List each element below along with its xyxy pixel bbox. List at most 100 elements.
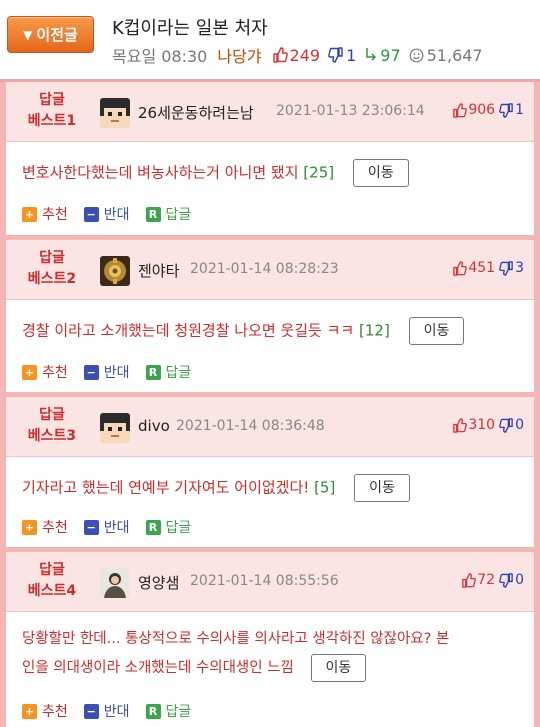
thumbs-down-icon: [499, 572, 513, 588]
thumbs-down-icon: [499, 260, 513, 276]
recommend-button[interactable]: + 추천: [22, 701, 68, 721]
reply-date: 2021-01-14 08:55:56: [190, 573, 339, 589]
reply-votes: 906 1: [452, 102, 524, 118]
reply-body: 경찰 이라고 소개했는데 청원경찰 나오면 웃길듯 ㅋㅋ [12] 이동: [22, 317, 465, 345]
reply-text: 변호사한다했는데 벼농사하는거 아니면 됐지: [22, 163, 299, 182]
recommend-button[interactable]: + 추천: [22, 204, 68, 224]
reply-label: 답글: [165, 520, 192, 536]
oppose-button[interactable]: − 반대: [83, 204, 130, 224]
best-badge-line1: 답글: [39, 407, 65, 423]
prev-post-button[interactable]: ▼ 이전글: [7, 16, 94, 53]
oppose-label: 반대: [103, 365, 130, 381]
best-badge-line1: 답글: [39, 92, 65, 108]
reply-downvotes: 3: [499, 260, 524, 276]
reply-header: 답글 베스트1 26세운동하려는남 2021-01-13 23:06:14 90…: [6, 82, 534, 142]
best-reply-list: 답글 베스트1 26세운동하려는남 2021-01-13 23:06:14 90…: [0, 82, 540, 727]
recommend-button[interactable]: + 추천: [22, 517, 68, 537]
reply-text: 기자라고 했는데 연예부 기자여도 어이없겠다!: [22, 478, 310, 497]
minus-icon: −: [83, 703, 99, 719]
reply-header: 답글 베스트2 젠야타 2021-01-14 08:28:23 451 3: [6, 240, 534, 300]
post-upvote-count: 249: [289, 45, 321, 65]
best-badge-line2: 베스트3: [27, 428, 77, 444]
triangle-down-icon: ▼: [23, 27, 33, 42]
r-icon: R: [145, 206, 161, 222]
reply-reply-count: [12]: [359, 321, 390, 340]
post-author[interactable]: 나당갸: [217, 43, 261, 67]
post-meta: 목요일 08:30 나당갸 249 1 97 51,647: [112, 43, 483, 67]
reply-button[interactable]: R 답글: [145, 204, 192, 224]
reply-actions: + 추천 − 반대 R 답글: [22, 701, 191, 721]
reply-body: 기자라고 했는데 연예부 기자여도 어이없겠다! [5] 이동: [22, 474, 410, 502]
reply-nickname[interactable]: divo: [138, 417, 170, 435]
move-button[interactable]: 이동: [408, 317, 465, 345]
plus-icon: +: [22, 206, 37, 222]
reply-upvote-count: 310: [468, 417, 496, 433]
reply-votes: 310 0: [452, 417, 524, 433]
reply-upvote-count: 906: [468, 102, 496, 118]
reply-votes: 72 0: [461, 572, 524, 588]
best-badge-line2: 베스트2: [27, 271, 77, 287]
prev-post-label: 이전글: [36, 26, 78, 44]
reply-upvotes: 906: [452, 102, 495, 118]
reply-nickname[interactable]: 영양샘: [138, 572, 179, 593]
reply-label: 답글: [165, 207, 192, 223]
avatar: [100, 256, 130, 286]
move-button[interactable]: 이동: [352, 159, 409, 187]
plus-icon: +: [22, 519, 37, 535]
thumbs-up-icon: [272, 47, 288, 63]
post-reply-count: 97: [380, 45, 401, 65]
reply-upvote-count: 451: [468, 260, 496, 276]
post-upvotes: 249: [272, 45, 321, 65]
reply-date: 2021-01-14 08:28:23: [190, 261, 339, 277]
reply-arrow-icon: [366, 48, 377, 61]
reply-body: 변호사한다했는데 벼농사하는거 아니면 됐지 [25] 이동: [22, 159, 409, 187]
post-view-count: 51,647: [426, 45, 483, 65]
best-reply-item: 답글 베스트4 영양샘 2021-01-14 08:55:56 72 0 당황할…: [6, 552, 534, 727]
reply-body: 당황할만 한데... 통상적으로 수의사를 의사라고 생각하진 않잖아요? 본 …: [22, 625, 449, 683]
thumbs-up-icon: [453, 417, 468, 433]
recommend-label: 추천: [42, 704, 68, 720]
oppose-button[interactable]: − 반대: [83, 517, 130, 537]
reply-downvotes: 1: [499, 102, 524, 118]
post-downvotes: 1: [328, 46, 356, 65]
post-datetime: 목요일 08:30: [112, 47, 208, 66]
move-button[interactable]: 이동: [310, 654, 367, 682]
move-button[interactable]: 이동: [354, 474, 410, 502]
reply-downvotes: 0: [499, 417, 524, 433]
best-badge: 답글 베스트1: [20, 90, 84, 132]
thumbs-down-icon: [328, 47, 343, 63]
plus-icon: +: [22, 364, 37, 380]
reply-nickname[interactable]: 젠야타: [138, 260, 179, 281]
recommend-label: 추천: [42, 207, 68, 223]
reply-label: 답글: [165, 704, 192, 720]
reply-label: 답글: [165, 365, 192, 381]
reply-button[interactable]: R 답글: [145, 362, 192, 382]
oppose-label: 반대: [103, 207, 130, 223]
smiley-icon: [409, 48, 424, 62]
best-badge: 답글 베스트4: [20, 560, 84, 602]
reply-downvote-count: 0: [515, 572, 524, 588]
reply-upvotes: 451: [452, 260, 495, 276]
r-icon: R: [145, 364, 161, 380]
best-reply-item: 답글 베스트2 젠야타 2021-01-14 08:28:23 451 3 경찰…: [6, 240, 534, 397]
recommend-button[interactable]: + 추천: [22, 362, 68, 382]
reply-text-line: 인을 의대생이라 소개했는데 수의대생인 느낌: [22, 660, 294, 676]
minus-icon: −: [83, 364, 99, 380]
post-header: ▼ 이전글 K컵이라는 일본 처자 목요일 08:30 나당갸 249 1 97…: [0, 0, 540, 82]
r-icon: R: [145, 519, 161, 535]
post-views: 51,647: [409, 46, 483, 65]
oppose-button[interactable]: − 반대: [83, 362, 130, 382]
oppose-button[interactable]: − 반대: [83, 701, 130, 721]
thumbs-down-icon: [499, 102, 513, 118]
reply-reply-count: [5]: [314, 478, 336, 497]
reply-upvotes: 72: [461, 572, 495, 588]
best-reply-item: 답글 베스트1 26세운동하려는남 2021-01-13 23:06:14 90…: [6, 82, 534, 240]
reply-button[interactable]: R 답글: [145, 701, 192, 721]
reply-text-line: 당황할만 한데... 통상적으로 수의사를 의사라고 생각하진 않잖아요? 본: [22, 631, 450, 647]
reply-nickname[interactable]: 26세운동하려는남: [138, 102, 254, 123]
post-title: K컵이라는 일본 처자: [112, 18, 268, 39]
thumbs-down-icon: [499, 417, 513, 433]
reply-button[interactable]: R 답글: [145, 517, 192, 537]
thumbs-up-icon: [462, 572, 477, 588]
best-badge: 답글 베스트2: [20, 248, 84, 290]
